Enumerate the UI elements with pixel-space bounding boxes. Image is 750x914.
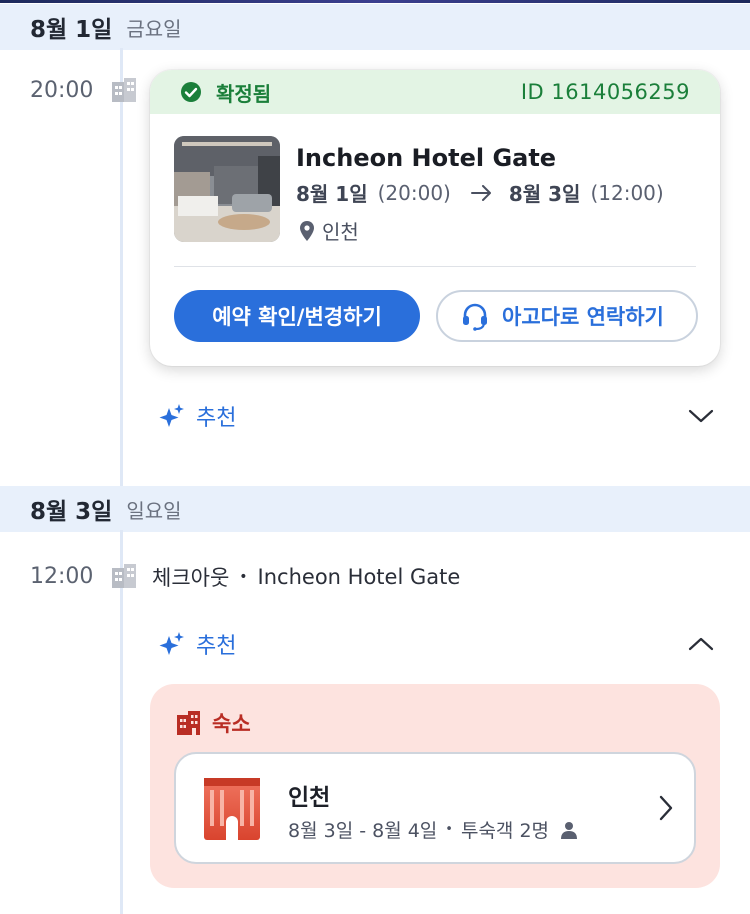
- lodging-section-title: 숙소: [176, 708, 251, 738]
- event-time: 20:00: [30, 78, 94, 103]
- booking-card[interactable]: 확정됨 ID 1614056259 Incheon Hotel Gate 8월 …: [150, 70, 720, 366]
- date-header-day1: 8월 1일 금요일: [0, 4, 750, 50]
- headset-icon: [463, 303, 487, 331]
- location-pin-icon: [300, 220, 314, 241]
- chevron-up-icon[interactable]: [688, 636, 714, 652]
- manage-booking-button[interactable]: 예약 확인/변경하기: [174, 290, 420, 342]
- chevron-down-icon[interactable]: [688, 408, 714, 424]
- recommend-label: 추천: [196, 406, 237, 431]
- card-divider: [174, 266, 696, 267]
- lodging-title-text: 숙소: [212, 712, 251, 736]
- contact-agoda-button[interactable]: 아고다로 연락하기: [436, 290, 698, 342]
- weekday-label: 금요일: [126, 16, 182, 41]
- building-icon: [112, 78, 136, 102]
- hotel-tower-icon: [204, 778, 260, 840]
- checkin-date: 8월 1일: [296, 182, 368, 206]
- checkout-date: 8월 3일: [508, 182, 581, 206]
- booking-status: 확정됨: [216, 81, 272, 106]
- recommend-toggle-2[interactable]: 추천: [158, 624, 714, 664]
- lodging-city: 인천: [288, 785, 331, 811]
- timeline-rail: [120, 48, 123, 488]
- date-label: 8월 1일: [30, 17, 113, 43]
- location-label: 인천: [322, 220, 359, 244]
- hotel-thumbnail: [174, 136, 280, 242]
- person-icon: [561, 821, 578, 839]
- weekday-label: 일요일: [126, 498, 182, 523]
- hotel-name: Incheon Hotel Gate: [296, 144, 557, 172]
- recommend-label: 추천: [196, 634, 237, 659]
- building-icon: [112, 564, 136, 588]
- separator-dot: •: [239, 569, 248, 585]
- recommend-toggle-1[interactable]: 추천: [158, 396, 714, 436]
- lodging-recommendation-panel: 숙소 인천 8월 3일 - 8월 4일 • 투숙객 2명: [150, 684, 720, 888]
- event-time: 12:00: [30, 564, 94, 589]
- booking-id: ID 1614056259: [520, 80, 690, 104]
- top-accent-bar: [0, 0, 750, 3]
- lodging-details: 8월 3일 - 8월 4일 • 투숙객 2명: [288, 816, 578, 843]
- checkin-time: (20:00): [377, 180, 451, 205]
- check-circle-icon: [181, 82, 201, 102]
- lodging-guests: 투숙객 2명: [460, 820, 550, 842]
- lodging-search-card[interactable]: 인천 8월 3일 - 8월 4일 • 투숙객 2명: [174, 752, 696, 864]
- checkout-event: 체크아웃 • Incheon Hotel Gate: [152, 562, 460, 592]
- checkout-hotel: Incheon Hotel Gate: [257, 565, 461, 589]
- checkout-label: 체크아웃: [152, 566, 230, 590]
- separator-dot: •: [445, 822, 453, 837]
- building-icon: [177, 711, 200, 735]
- booking-status-bar: 확정됨 ID 1614056259: [150, 70, 720, 114]
- contact-agoda-label: 아고다로 연락하기: [502, 305, 664, 329]
- arrow-right-icon: [470, 184, 491, 201]
- chevron-right-icon[interactable]: [658, 794, 674, 822]
- checkout-time: (12:00): [590, 180, 664, 205]
- sparkle-icon: [159, 632, 184, 655]
- date-header-day2: 8월 3일 일요일: [0, 486, 750, 532]
- stay-dates: 8월 1일 (20:00) 8월 3일 (12:00): [296, 178, 664, 207]
- date-label: 8월 3일: [30, 499, 113, 525]
- sparkle-icon: [159, 404, 184, 427]
- hotel-location: 인천: [300, 216, 359, 245]
- lodging-dates: 8월 3일 - 8월 4일: [288, 820, 438, 842]
